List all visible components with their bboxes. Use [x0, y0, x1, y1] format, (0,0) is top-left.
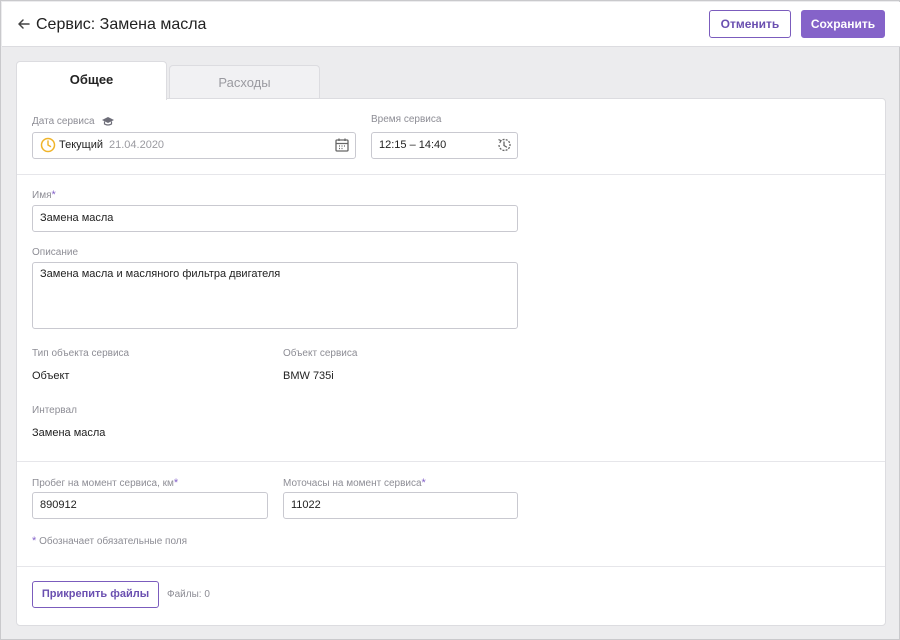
- history-clock-icon[interactable]: [496, 137, 512, 153]
- tab-general[interactable]: Общее: [16, 61, 167, 100]
- service-time-field[interactable]: 12:15 – 14:40: [371, 132, 518, 159]
- service-object-value: BMW 735i: [283, 370, 334, 382]
- required-mark: *: [32, 535, 37, 547]
- required-mark: *: [173, 477, 179, 489]
- section-divider: [17, 461, 885, 462]
- service-object-label: Объект сервиса: [283, 348, 358, 359]
- cancel-button[interactable]: Отменить: [709, 10, 791, 38]
- description-textarea[interactable]: Замена масла и масляного фильтра двигате…: [32, 262, 518, 329]
- calendar-icon[interactable]: [334, 137, 350, 153]
- engine-hours-label: Моточасы на момент сервиса*: [283, 477, 426, 490]
- required-note: * Обозначает обязательные поля: [32, 535, 187, 548]
- required-mark: *: [51, 189, 56, 201]
- interval-value: Замена масла: [32, 427, 106, 439]
- section-divider: [17, 174, 885, 175]
- window-frame: Сервис: Замена масла Отменить Сохранить …: [0, 0, 900, 640]
- back-arrow-icon[interactable]: [16, 16, 32, 32]
- tab-expenses[interactable]: Расходы: [169, 65, 320, 99]
- mileage-label-text: Пробег на момент сервиса, км: [32, 478, 174, 489]
- name-label-text: Имя: [32, 190, 52, 201]
- required-note-text: Обозначает обязательные поля: [39, 536, 188, 547]
- name-input[interactable]: Замена масла: [32, 205, 518, 232]
- mileage-input[interactable]: 890912: [32, 492, 268, 519]
- service-date-mode: Текущий: [59, 139, 103, 151]
- service-time-label: Время сервиса: [371, 114, 442, 125]
- save-button[interactable]: Сохранить: [801, 10, 885, 38]
- service-time-value: 12:15 – 14:40: [379, 139, 447, 151]
- attach-files-button[interactable]: Прикрепить файлы: [32, 581, 159, 608]
- name-label: Имя*: [32, 189, 56, 202]
- page-title: Сервис: Замена масла: [36, 16, 207, 33]
- mileage-label: Пробег на момент сервиса, км*: [32, 477, 178, 490]
- clock-icon: [40, 137, 56, 153]
- service-date-value: 21.04.2020: [109, 139, 165, 151]
- engine-hours-input[interactable]: 11022: [283, 492, 518, 519]
- interval-label: Интервал: [32, 405, 77, 416]
- section-divider: [17, 566, 885, 567]
- service-date-field[interactable]: Текущий 21.04.2020: [32, 132, 356, 159]
- required-mark: *: [421, 477, 426, 489]
- service-date-label-text: Дата сервиса: [32, 116, 95, 127]
- form-card: Дата сервиса Текущий 21.04.2020 Время се…: [16, 98, 886, 626]
- object-type-label: Тип объекта сервиса: [32, 348, 130, 359]
- description-label: Описание: [32, 247, 79, 258]
- graduation-cap-icon[interactable]: [101, 116, 115, 126]
- files-count: Файлы: 0: [167, 589, 210, 600]
- object-type-value: Объект: [32, 370, 70, 382]
- service-date-label: Дата сервиса: [32, 114, 115, 128]
- engine-hours-label-text: Моточасы на момент сервиса: [283, 478, 422, 489]
